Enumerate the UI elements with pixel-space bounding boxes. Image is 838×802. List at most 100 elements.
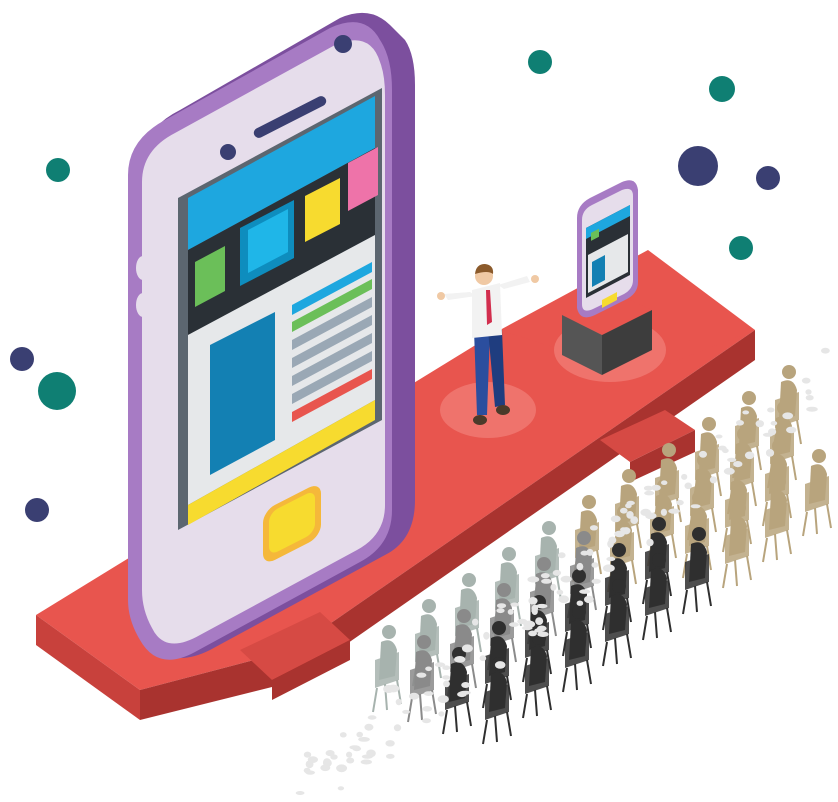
floor-dot	[684, 482, 692, 490]
floor-dot	[660, 508, 668, 516]
floor-dot	[349, 745, 361, 750]
floor-dot	[295, 791, 305, 795]
dot	[678, 146, 718, 186]
spotlight	[440, 382, 536, 438]
floor-dot	[576, 562, 584, 571]
floor-dot	[668, 508, 680, 514]
floor-dot	[496, 608, 505, 614]
floor-dot	[767, 407, 775, 413]
floor-dot	[640, 508, 651, 516]
floor-dot	[644, 490, 655, 496]
floor-dot	[325, 750, 335, 757]
floor-dot	[323, 758, 331, 767]
floor-dot	[801, 377, 811, 384]
floor-dot	[303, 751, 312, 758]
presenter-hand	[437, 292, 445, 300]
floor-dot	[715, 434, 723, 439]
floor-dot	[765, 449, 775, 457]
floor-dot	[560, 575, 572, 583]
floor-dot	[591, 562, 599, 568]
dot	[25, 498, 49, 522]
presenter-shoe	[496, 405, 510, 415]
floor-dot	[472, 618, 479, 626]
dot	[10, 347, 34, 371]
floor-dot	[479, 655, 487, 662]
floor-dot	[786, 426, 797, 434]
floor-dot	[550, 583, 557, 591]
floor-dot	[591, 578, 601, 584]
floor-dot	[443, 680, 450, 688]
dot	[38, 372, 76, 410]
floor-dot	[522, 625, 533, 631]
floor-dot	[541, 578, 552, 584]
floor-dot	[723, 467, 735, 475]
floor-dot	[402, 709, 410, 714]
floor-dot	[805, 395, 814, 401]
floor-dot	[507, 609, 514, 615]
floor-dot	[580, 550, 589, 556]
floor-dot	[386, 753, 395, 759]
floor-dot	[733, 461, 743, 468]
floor-dot	[625, 503, 632, 509]
floor-dot	[358, 737, 370, 742]
floor-dot	[736, 420, 744, 426]
floor-dot	[718, 445, 727, 451]
floor-dot	[806, 406, 818, 412]
phone-camera	[220, 144, 236, 160]
floor-dot	[690, 504, 701, 509]
dot	[46, 158, 70, 182]
phone-side-button	[136, 293, 150, 317]
floor-dot	[385, 740, 395, 747]
floor-dot	[346, 751, 353, 758]
presenter-shoe	[473, 415, 487, 425]
floor-dot	[461, 644, 473, 653]
floor-dot	[770, 421, 778, 426]
floor-dot	[626, 511, 634, 519]
dot	[709, 76, 735, 102]
floor-dot	[422, 706, 433, 712]
floor-dot	[552, 569, 562, 576]
floor-dot	[346, 757, 355, 764]
floor-dot	[339, 732, 347, 738]
dot	[729, 236, 753, 260]
floor-dot	[305, 760, 314, 769]
floor-dot	[782, 412, 794, 420]
floor-dot	[610, 515, 621, 523]
floor-dot	[423, 691, 434, 696]
floor-dot	[509, 622, 519, 627]
floor-dot	[536, 603, 548, 609]
audience-member	[372, 625, 402, 713]
floor-dot	[442, 665, 451, 670]
floor-dot	[337, 786, 345, 791]
floor-dot	[540, 573, 550, 579]
floor-dot	[558, 595, 570, 603]
floor-dot	[603, 564, 615, 572]
floor-dot	[531, 607, 538, 616]
floor-dot	[442, 675, 451, 680]
floor-dot	[367, 715, 377, 720]
audience-member	[802, 449, 832, 537]
floor-dot	[461, 682, 470, 688]
floor-dot	[646, 538, 654, 547]
floor-dot	[709, 476, 718, 484]
floor-dot	[762, 432, 774, 437]
floor-dot	[459, 690, 471, 695]
floor-dot	[422, 718, 431, 724]
floor-dot	[651, 484, 661, 491]
floor-dot	[360, 759, 372, 765]
floor-dot	[437, 695, 449, 703]
app-presentation-illustration	[10, 12, 832, 795]
floor-dot	[620, 507, 628, 514]
floor-dot	[527, 576, 540, 583]
floor-dot	[356, 731, 364, 738]
floor-dot	[584, 595, 594, 604]
floor-dot	[699, 450, 707, 458]
floor-dot	[621, 527, 631, 535]
floor-dot	[821, 347, 830, 354]
floor-dot	[805, 389, 812, 395]
presenter-arm	[444, 292, 476, 300]
floor-dot	[303, 767, 311, 774]
floor-dot	[454, 656, 466, 663]
floor-dot	[676, 499, 684, 506]
floor-dot	[589, 525, 598, 531]
